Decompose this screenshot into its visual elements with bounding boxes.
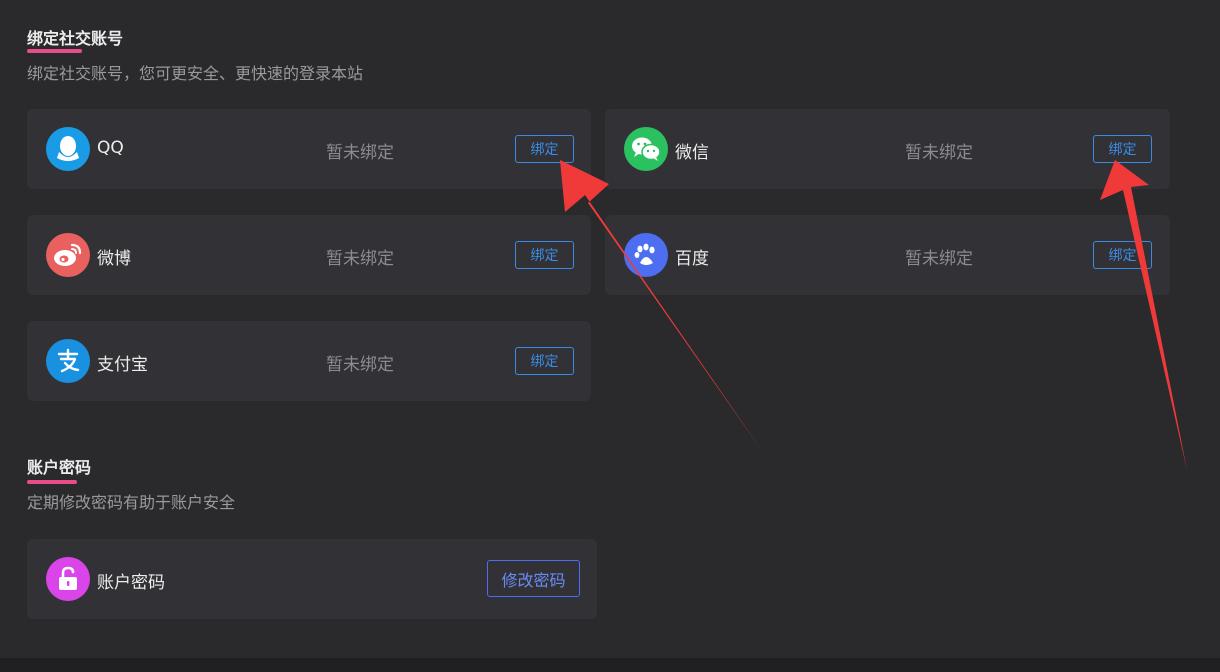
alipay-account-card: 支付宝 暂未绑定 绑定: [27, 321, 591, 401]
baidu-status: 暂未绑定: [905, 249, 973, 269]
alipay-bind-button[interactable]: 绑定: [515, 347, 574, 375]
social-section-description: 绑定社交账号，您可更安全、更快速的登录本站: [27, 64, 364, 83]
qq-bind-button[interactable]: 绑定: [515, 135, 574, 163]
wechat-icon: [624, 127, 668, 171]
qq-status: 暂未绑定: [326, 143, 394, 163]
alipay-label: 支付宝: [97, 355, 148, 375]
password-card: 账户密码 修改密码: [27, 539, 597, 619]
baidu-paw-icon: [624, 233, 668, 277]
wechat-status: 暂未绑定: [905, 143, 973, 163]
alipay-status: 暂未绑定: [326, 355, 394, 375]
qq-account-card: QQ 暂未绑定 绑定: [27, 109, 591, 189]
password-title-underline: [27, 480, 77, 484]
wechat-bind-button[interactable]: 绑定: [1093, 135, 1152, 163]
weibo-account-card: 微博 暂未绑定 绑定: [27, 215, 591, 295]
baidu-bind-button[interactable]: 绑定: [1093, 241, 1152, 269]
password-section-description: 定期修改密码有助于账户安全: [27, 493, 236, 512]
qq-label: QQ: [97, 138, 124, 158]
password-section-title: 账户密码: [27, 458, 92, 477]
social-section-title: 绑定社交账号: [27, 29, 124, 48]
weibo-bind-button[interactable]: 绑定: [515, 241, 574, 269]
weibo-icon: [46, 233, 90, 277]
alipay-icon: [46, 339, 90, 383]
weibo-status: 暂未绑定: [326, 249, 394, 269]
wechat-label: 微信: [675, 143, 709, 163]
wechat-account-card: 微信 暂未绑定 绑定: [605, 109, 1170, 189]
bottom-strip: [0, 658, 1220, 672]
baidu-label: 百度: [675, 249, 709, 269]
annotation-arrow-right: [1100, 160, 1187, 470]
qq-icon: [46, 127, 90, 171]
baidu-account-card: 百度 暂未绑定 绑定: [605, 215, 1170, 295]
password-label: 账户密码: [97, 573, 165, 593]
unlock-icon: [46, 557, 90, 601]
annotation-arrow-left: [560, 160, 767, 458]
social-title-underline: [27, 49, 82, 53]
weibo-label: 微博: [97, 249, 131, 269]
change-password-button[interactable]: 修改密码: [487, 560, 580, 597]
